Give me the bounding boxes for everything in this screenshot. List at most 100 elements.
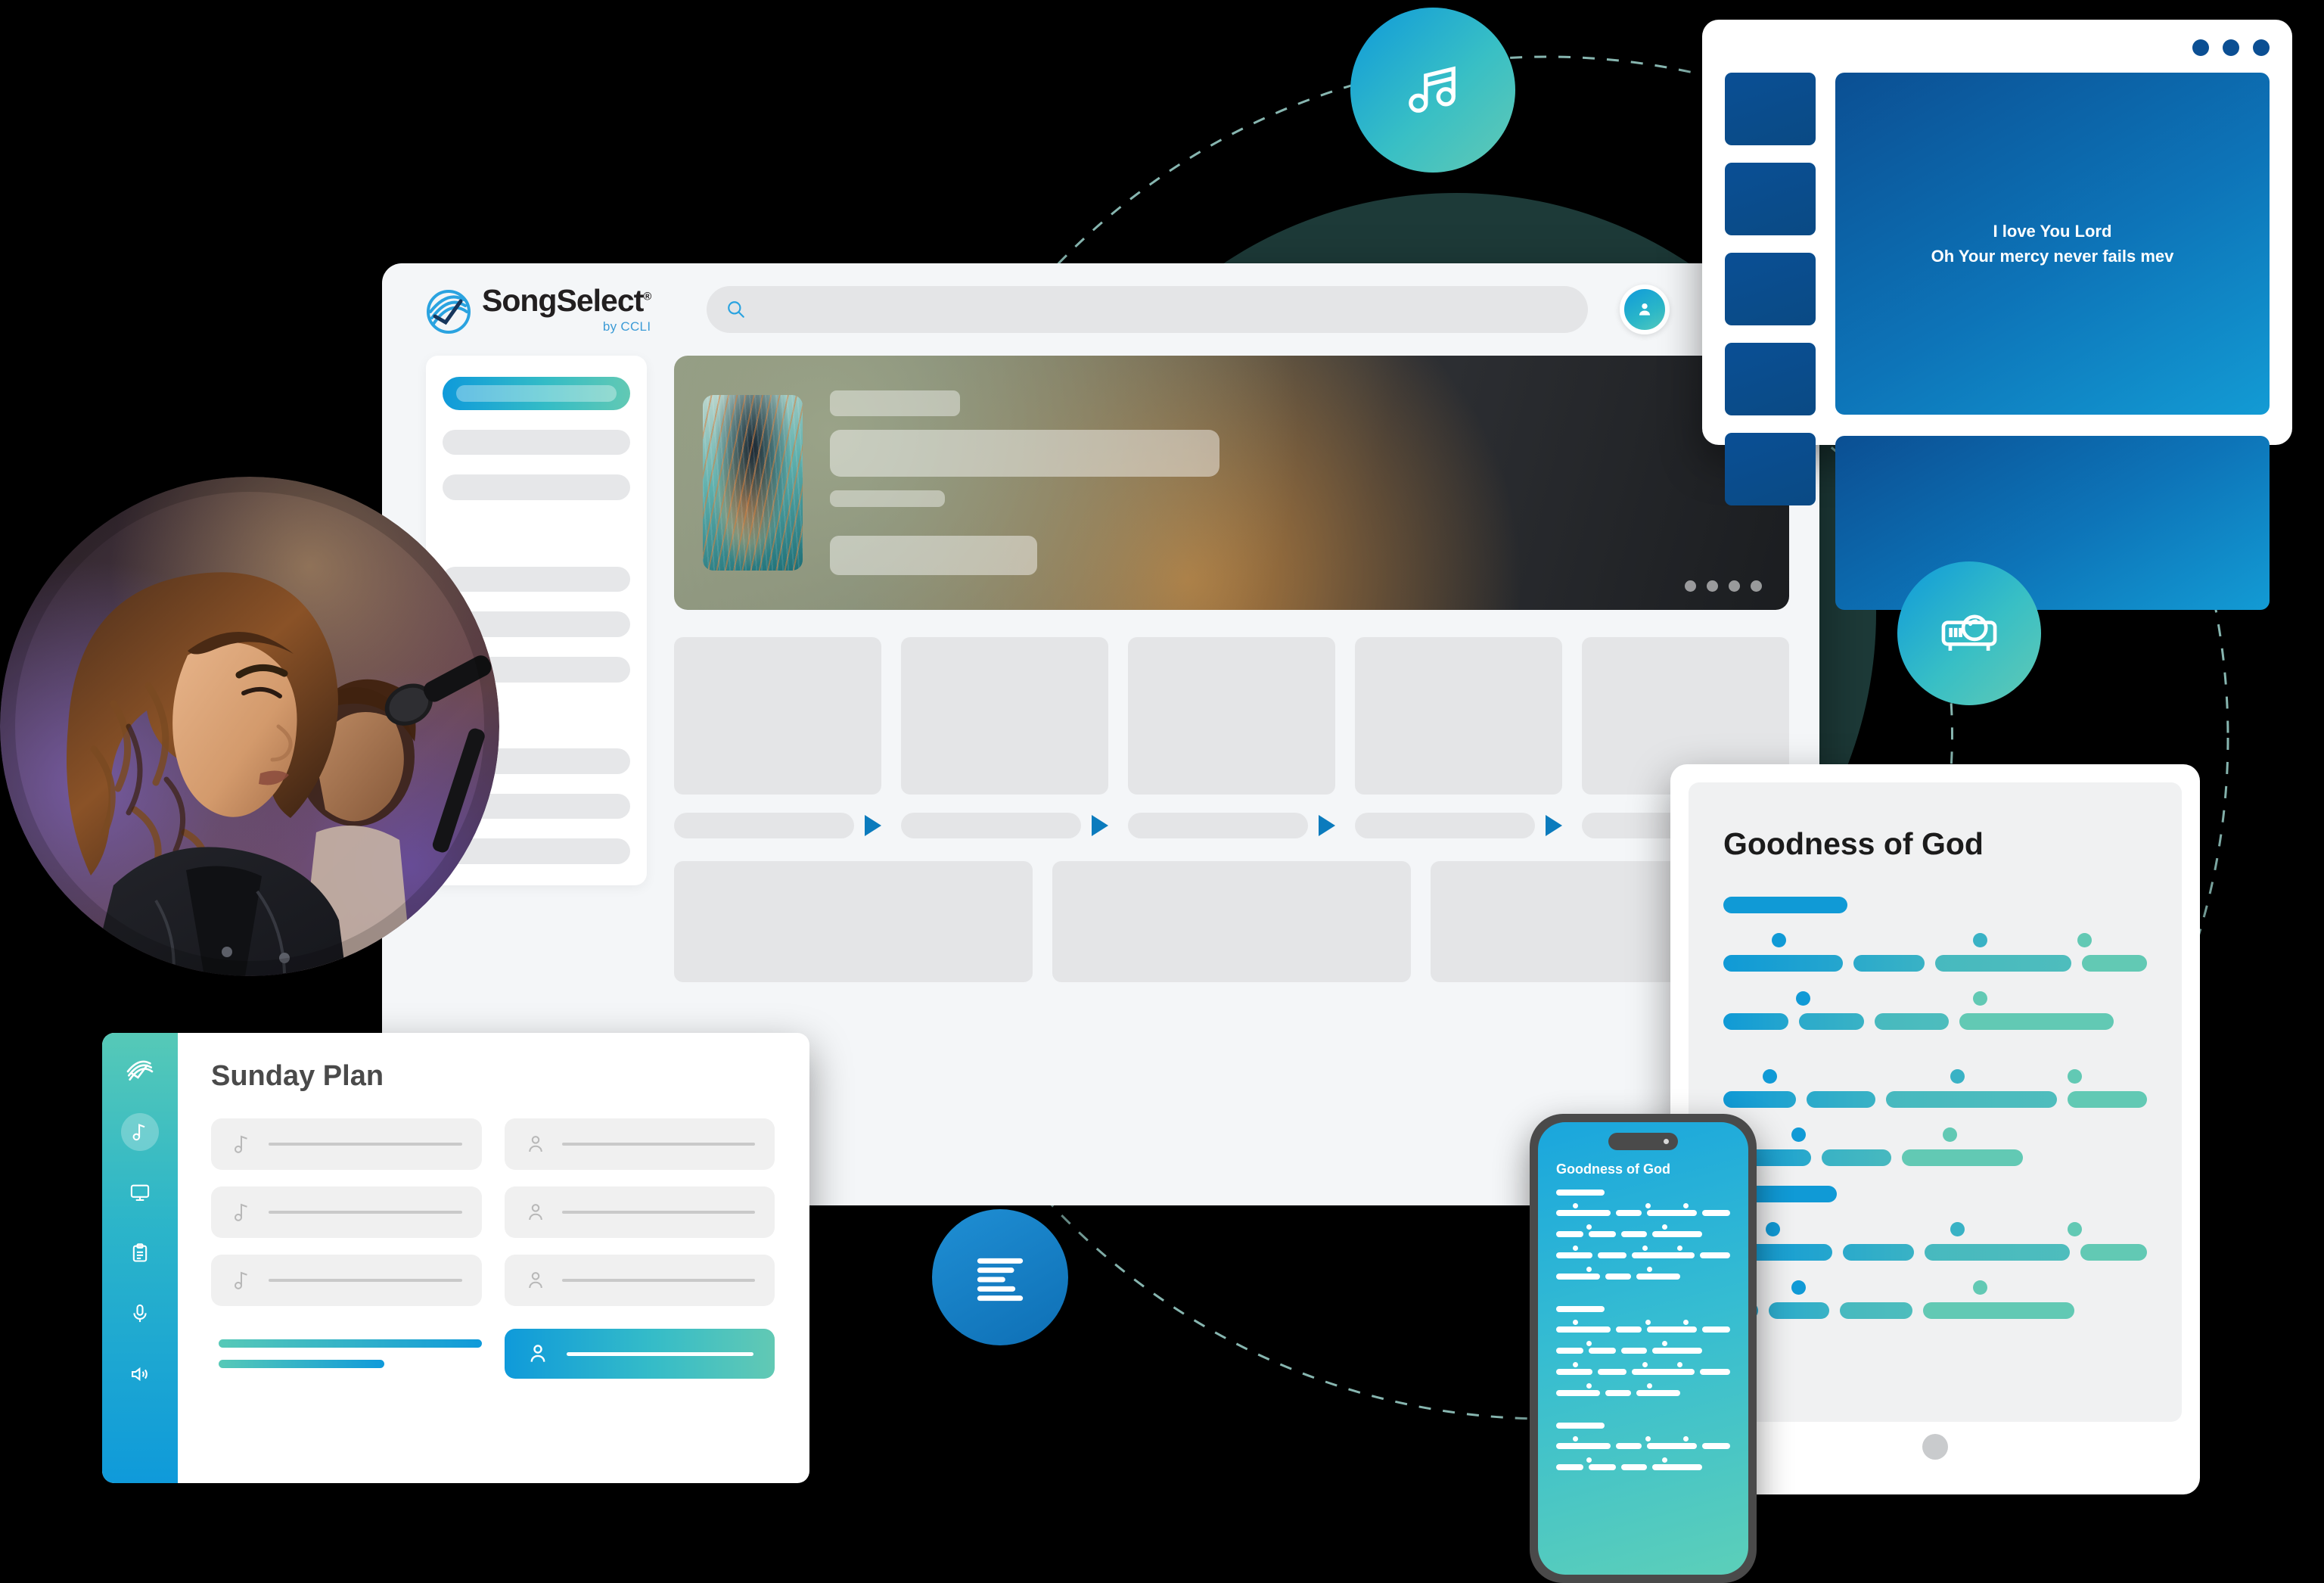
lyric-bar [1840, 1302, 1912, 1319]
song-card-title-placeholder [674, 813, 854, 838]
song-card-thumbnail[interactable] [674, 861, 1033, 982]
projector-badge[interactable] [1897, 561, 2041, 705]
slide-thumbnail[interactable] [1725, 253, 1816, 325]
song-card-footer [1355, 813, 1562, 838]
chord-row [1723, 1127, 2147, 1142]
sidebar-item[interactable] [443, 838, 630, 865]
song-field[interactable] [211, 1186, 482, 1238]
lyric-bar [1902, 1149, 2023, 1166]
sidebar-item[interactable] [443, 566, 630, 592]
sidebar-item[interactable] [443, 474, 630, 501]
home-button[interactable] [1922, 1434, 1948, 1460]
phone-chord-row [1556, 1267, 1730, 1274]
window-controls[interactable] [1725, 39, 2270, 56]
speaker-icon[interactable] [121, 1355, 159, 1393]
phone-song-title: Goodness of God [1556, 1162, 1670, 1177]
microphone-icon[interactable] [121, 1295, 159, 1333]
lyric-bar [1807, 1091, 1875, 1108]
song-card-thumbnail [901, 637, 1108, 795]
search-input[interactable] [707, 286, 1589, 333]
next-slide[interactable] [1835, 436, 2270, 610]
phone-chord-dot [1586, 1457, 1592, 1463]
phone-lyric-bar [1621, 1348, 1647, 1354]
play-icon[interactable] [865, 815, 881, 836]
lyric-row [1723, 1013, 2147, 1030]
window-dot[interactable] [2223, 39, 2239, 56]
phone-lyric-bar [1556, 1390, 1600, 1396]
hero-line [830, 430, 1219, 477]
hero-line [830, 490, 945, 507]
monitor-icon[interactable] [121, 1174, 159, 1211]
phone-chord-dot [1683, 1320, 1689, 1325]
play-icon[interactable] [1546, 815, 1562, 836]
plan-link[interactable] [219, 1360, 384, 1368]
hero-cta-placeholder[interactable] [830, 536, 1037, 575]
slide-thumbnail[interactable] [1725, 433, 1816, 505]
clipboard-icon[interactable] [121, 1234, 159, 1272]
song-card-thumbnail[interactable] [1052, 861, 1411, 982]
phone-chord-dot [1647, 1383, 1652, 1389]
lyrics-lines-icon [977, 1258, 1024, 1302]
chord-dot [2068, 1222, 2082, 1236]
person-icon [528, 1272, 542, 1289]
search-icon [728, 301, 745, 318]
song-card[interactable] [674, 637, 881, 838]
person-field-value [561, 1143, 755, 1146]
song-field[interactable] [211, 1118, 482, 1170]
songselect-logo[interactable]: SongSelect® by CCLI [426, 285, 651, 334]
phone-lyric-bar [1589, 1464, 1616, 1470]
song-field-value [269, 1211, 462, 1214]
song-card[interactable] [1355, 637, 1562, 838]
song-card[interactable] [901, 637, 1108, 838]
music-note-badge[interactable] [1350, 8, 1515, 173]
hero-placeholder-text [830, 390, 1219, 575]
music-note-icon[interactable] [121, 1113, 159, 1151]
phone-lyric-bar [1556, 1274, 1600, 1280]
play-icon[interactable] [1319, 815, 1335, 836]
carousel-dot[interactable] [1685, 580, 1696, 592]
phone-lyric-bar [1556, 1231, 1583, 1237]
account-avatar-button[interactable] [1620, 285, 1670, 334]
slide-thumbnail[interactable] [1725, 73, 1816, 145]
play-icon[interactable] [1092, 815, 1108, 836]
song-card-footer [674, 813, 881, 838]
lyrics-badge[interactable] [932, 1209, 1068, 1345]
person-field[interactable] [504, 1255, 775, 1306]
phone-chord-dot [1573, 1203, 1578, 1208]
phone-section-header [1556, 1306, 1605, 1312]
person-field[interactable] [504, 1186, 775, 1238]
current-slide[interactable]: I love You Lord Oh Your mercy never fail… [1835, 73, 2270, 415]
phone-chord-dot [1645, 1436, 1651, 1441]
browser-header: SongSelect® by CCLI [382, 263, 1819, 356]
plan-link[interactable] [219, 1339, 482, 1348]
phone-chord-dot [1586, 1224, 1592, 1230]
featured-hero-banner[interactable] [674, 356, 1789, 610]
chord-dot [1796, 991, 1810, 1006]
person-field[interactable] [504, 1118, 775, 1170]
phone-chord-dot [1586, 1341, 1592, 1346]
slide-thumbnail[interactable] [1725, 343, 1816, 415]
phone-lyric-bar [1556, 1443, 1611, 1449]
phone-chord-dot [1586, 1267, 1592, 1272]
carousel-dot[interactable] [1707, 580, 1718, 592]
window-dot[interactable] [2192, 39, 2209, 56]
songselect-logo-icon[interactable] [121, 1053, 159, 1090]
phone-lyric-bar [1636, 1390, 1680, 1396]
phone-lyric-bar [1556, 1348, 1583, 1354]
slide-thumbnail[interactable] [1725, 163, 1816, 235]
chord-dot [1973, 991, 1987, 1006]
song-card[interactable] [1128, 637, 1335, 838]
phone-lyric-row [1556, 1348, 1730, 1354]
lyric-bar [1853, 955, 1925, 972]
assign-person-button[interactable] [504, 1329, 775, 1379]
lyric-bar [1924, 1244, 2070, 1261]
phone-chord-dot [1573, 1246, 1578, 1251]
sidebar-item[interactable] [443, 429, 630, 456]
sidebar-item-active[interactable] [443, 377, 630, 410]
window-dot[interactable] [2253, 39, 2270, 56]
slide-thumbnail-list [1725, 73, 1816, 610]
browser-content [382, 356, 1819, 982]
lyric-bar [1885, 1091, 2057, 1108]
song-field[interactable] [211, 1255, 482, 1306]
hero-line [830, 390, 960, 416]
